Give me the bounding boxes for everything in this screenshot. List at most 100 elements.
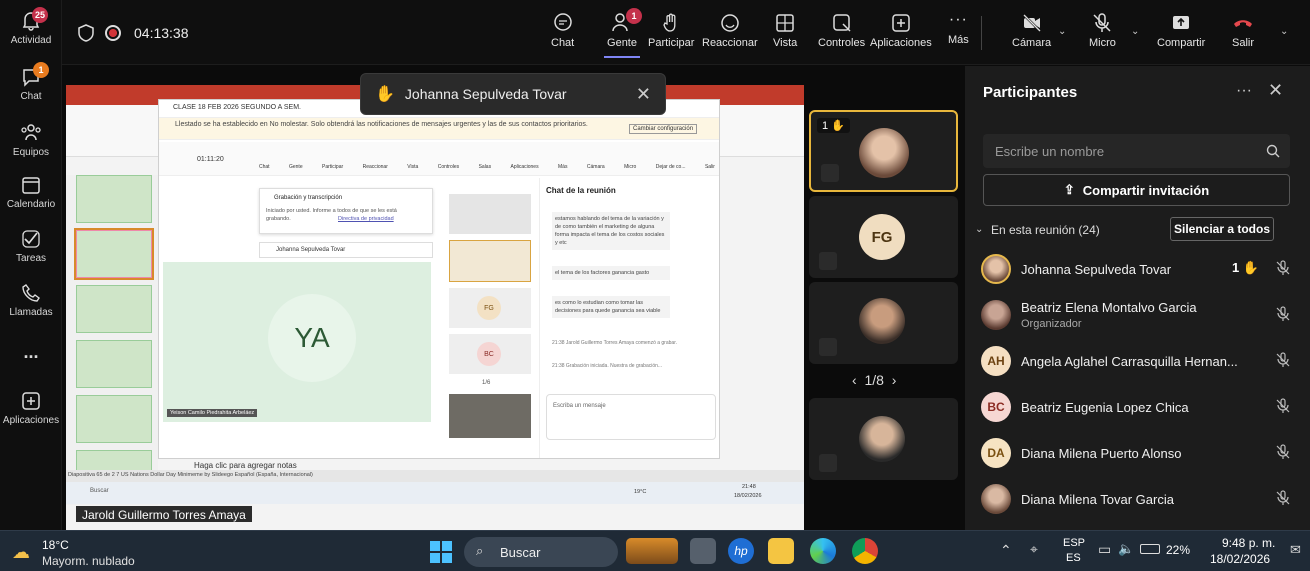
inner-toolbar-button[interactable]: Gente — [289, 164, 303, 174]
inner-toolbar-button[interactable]: Salir — [705, 164, 715, 174]
rail-item-llamadas[interactable]: Llamadas — [0, 282, 62, 318]
chrome-icon[interactable] — [852, 538, 878, 564]
inner-info-bar: Llestado se ha establecido en No molesta… — [175, 121, 588, 128]
video-tile-johanna[interactable]: 1 ✋ — [809, 110, 958, 192]
mic-button[interactable]: Micro — [1089, 12, 1116, 49]
chevron-down-icon[interactable]: ⌄ — [975, 224, 983, 235]
clock-date[interactable]: 18/02/2026 — [1210, 552, 1270, 566]
notification-icon[interactable]: ✉ — [1290, 542, 1301, 558]
hp-icon[interactable]: hp — [728, 538, 754, 564]
inner-toolbar-button[interactable]: Chat — [259, 164, 270, 174]
raise-hand-label: Participar — [648, 37, 695, 49]
inner-chat-placeholder: Escriba un mensaje — [553, 403, 606, 409]
inner-teams-window: CLASE 18 FEB 2026 SEGUNDO A SEM. Llestad… — [158, 99, 720, 459]
close-icon[interactable]: ✕ — [636, 84, 651, 105]
participant-row[interactable]: AH Angela Aglahel Carrasquilla Hernan... — [981, 339, 1297, 383]
network-icon[interactable]: ▭ — [1098, 541, 1111, 558]
panel-more-icon[interactable]: ··· — [1236, 82, 1252, 100]
inner-chat-event-1: 21:38 Jarold Guillermo Torres Amaya come… — [552, 340, 677, 346]
volume-icon[interactable]: 🔈 — [1118, 541, 1134, 557]
rail-item-equipos[interactable]: Equipos — [0, 122, 62, 158]
mute-all-button[interactable]: Silenciar a todos — [1170, 217, 1274, 241]
slide-thumb[interactable] — [74, 228, 154, 280]
leave-button[interactable]: Salir — [1232, 12, 1254, 49]
rail-item-tareas[interactable]: Tareas — [0, 228, 62, 264]
inner-toolbar-button[interactable]: Participar — [322, 164, 343, 174]
slide-thumb[interactable] — [76, 340, 152, 388]
inner-toolbar-button[interactable]: Más — [558, 164, 567, 174]
inner-toolbar-button[interactable]: Salas — [479, 164, 492, 174]
react-button[interactable]: Reaccionar — [702, 12, 758, 49]
slide-notes[interactable]: Haga clic para agregar notas — [194, 461, 297, 470]
controls-button[interactable]: Controles — [818, 12, 865, 49]
avatar: DA — [981, 438, 1011, 468]
rail-more-button[interactable]: ... — [0, 342, 62, 363]
in-meeting-header[interactable]: En esta reunión (24) — [991, 223, 1100, 237]
meeting-timer: 04:13:38 — [134, 25, 189, 41]
video-tile-3[interactable] — [809, 282, 958, 364]
more-button[interactable]: ··· Más — [948, 12, 969, 47]
keyboard-layout[interactable]: ES — [1066, 552, 1081, 564]
inner-change-config-button[interactable]: Cambiar configuración — [629, 124, 698, 134]
apps-button[interactable]: Aplicaciones — [870, 12, 932, 49]
inner-toolbar-button[interactable]: Dejar de co... — [656, 164, 686, 174]
view-button[interactable]: Vista — [773, 12, 797, 49]
inner-toolbar-button[interactable]: Cámara — [587, 164, 605, 174]
participant-row[interactable]: DA Diana Milena Puerto Alonso — [981, 431, 1297, 475]
inner-toolbar-button[interactable]: Vista — [407, 164, 418, 174]
task-view-icon[interactable] — [690, 538, 716, 564]
inner-pager[interactable]: 1/6 — [482, 380, 490, 386]
inner-rec-link[interactable]: Directiva de privacidad — [338, 216, 394, 222]
rail-item-actividad[interactable]: Actividad 25 — [0, 7, 62, 46]
people-button[interactable]: Gente 1 — [600, 8, 644, 58]
widget-tiger-icon[interactable] — [626, 538, 678, 564]
app-rail: Actividad 25 Chat 1 Equipos Calendario T… — [0, 0, 62, 530]
participant-search-input[interactable]: Escribe un nombre — [983, 134, 1290, 168]
inner-toolbar-button[interactable]: Controles — [438, 164, 459, 174]
chat-button[interactable]: Chat — [551, 12, 574, 49]
mic-options-chevron-icon[interactable]: ⌄ — [1131, 26, 1139, 37]
inner-toolbar-button[interactable]: Aplicaciones — [511, 164, 539, 174]
mic-off-icon — [1276, 444, 1290, 459]
tiles-pager[interactable]: ‹ 1/8 › — [852, 372, 896, 388]
battery-icon[interactable] — [1140, 544, 1160, 554]
participant-row[interactable]: Diana Milena Tovar Garcia — [981, 477, 1297, 521]
slide-thumb[interactable] — [76, 175, 152, 223]
clock-time[interactable]: 9:48 p. m. — [1222, 536, 1275, 550]
inner-chat-input[interactable]: Escriba un mensaje — [546, 394, 716, 440]
avatar — [859, 298, 905, 344]
leave-options-chevron-icon[interactable]: ⌄ — [1280, 26, 1288, 37]
participant-row[interactable]: BC Beatriz Eugenia Lopez Chica — [981, 385, 1297, 429]
rail-item-chat[interactable]: Chat 1 — [0, 62, 62, 102]
camera-label: Cámara — [1012, 37, 1052, 49]
language-code[interactable]: ESP — [1063, 537, 1085, 549]
more-label: Más — [948, 34, 969, 46]
windows-start-icon[interactable] — [430, 541, 452, 563]
weather-widget[interactable]: ☁ 18°C Mayorm. nublado — [10, 536, 160, 568]
camera-options-chevron-icon[interactable]: ⌄ — [1058, 26, 1066, 37]
share-button[interactable]: Compartir — [1157, 12, 1205, 49]
slide-thumb[interactable] — [76, 395, 152, 443]
mic-label: Micro — [1089, 37, 1116, 49]
rail-item-calendario[interactable]: Calendario — [0, 174, 62, 210]
camera-button[interactable]: Cámara — [1012, 12, 1051, 49]
panel-title: Participantes — [983, 84, 1078, 101]
avatar — [859, 128, 909, 178]
video-tile-4[interactable] — [809, 398, 958, 480]
raise-hand-button[interactable]: Participar — [648, 12, 694, 49]
chevron-up-icon[interactable]: ⌃ — [1000, 542, 1012, 559]
participant-row[interactable]: Johanna Sepulveda Tovar 1 ✋ — [981, 247, 1297, 291]
video-tile-fg[interactable]: FG — [809, 196, 958, 278]
taskbar-search[interactable]: ⌕ Buscar — [464, 537, 618, 567]
participant-name: Beatriz Eugenia Lopez Chica — [1021, 399, 1189, 415]
phone-icon — [22, 284, 40, 302]
participant-row[interactable]: Beatriz Elena Montalvo Garcia Organizado… — [981, 293, 1297, 337]
share-invite-button[interactable]: ⇪ Compartir invitación — [983, 174, 1290, 206]
inner-toolbar-button[interactable]: Micro — [624, 164, 636, 174]
inner-toolbar-button[interactable]: Reaccionar — [363, 164, 388, 174]
file-explorer-icon[interactable] — [768, 538, 794, 564]
edge-icon[interactable] — [810, 538, 836, 564]
rail-item-aplicaciones[interactable]: Aplicaciones — [0, 390, 62, 426]
close-icon[interactable]: ✕ — [1268, 80, 1283, 101]
slide-thumb[interactable] — [76, 285, 152, 333]
